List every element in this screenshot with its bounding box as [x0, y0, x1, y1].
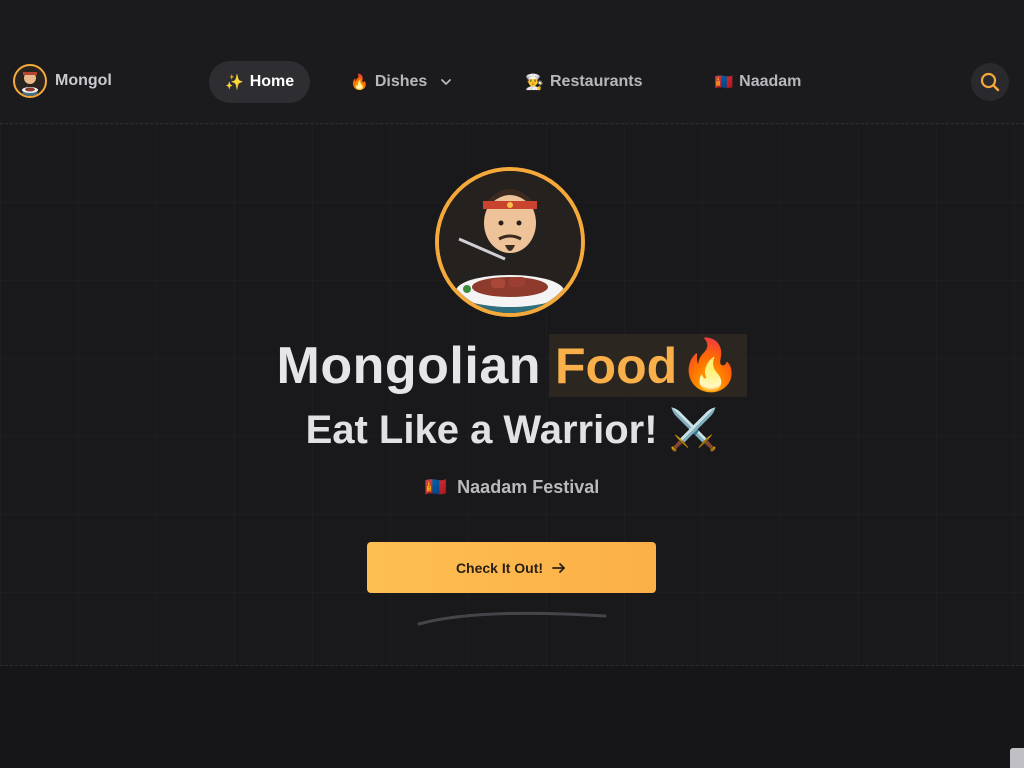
top-navigation: Mongol ✨ Home 🔥 Dishes 👨‍🍳 Restaurants 🇲… [0, 40, 1024, 124]
cta-label: Check It Out! [455, 559, 544, 576]
nav-item-naadam[interactable]: 🇲🇳 Naadam [698, 61, 817, 103]
search-button[interactable] [971, 63, 1009, 101]
below-fold-section [0, 666, 1024, 768]
fire-icon: 🔥 [350, 74, 369, 91]
nav-item-dishes[interactable]: 🔥 Dishes [334, 61, 469, 103]
hero-title-highlight-text: Food [555, 337, 678, 394]
mongolia-flag-icon: 🇲🇳 [714, 74, 734, 91]
brand[interactable]: Mongol [13, 64, 112, 98]
scrollbar-thumb[interactable] [1010, 748, 1024, 768]
arrow-right-icon [552, 562, 565, 573]
search-icon [980, 72, 1000, 92]
hero-title: Mongolian Food 🔥 [0, 334, 1024, 397]
mongolia-flag-icon: 🇲🇳 [424, 477, 448, 497]
warrior-avatar [435, 167, 585, 317]
nav-item-label: Restaurants [549, 73, 643, 90]
nav-item-label: Naadam [739, 73, 802, 90]
hero-title-main: Mongolian [276, 336, 541, 395]
check-it-out-button[interactable]: Check It Out! [367, 542, 656, 593]
nav-item-home[interactable]: ✨ Home [209, 61, 311, 103]
nav-item-label: Home [249, 73, 295, 90]
brand-name: Mongol [55, 72, 112, 89]
chef-icon: 👨‍🍳 [525, 74, 544, 91]
festival-badge-text: Naadam Festival [457, 477, 600, 497]
hero-title-highlight: Food 🔥 [549, 334, 748, 397]
fire-icon: 🔥 [679, 337, 742, 393]
sparkles-icon: ✨ [225, 74, 244, 91]
hero-section: Mongolian Food 🔥 Eat Like a Warrior! ⚔️ … [0, 124, 1024, 666]
nav-item-restaurants[interactable]: 👨‍🍳 Restaurants [509, 61, 658, 103]
chevron-down-icon [441, 79, 452, 85]
decorative-swoosh [417, 611, 607, 626]
nav-item-label: Dishes [374, 73, 428, 90]
hero-subtitle: Eat Like a Warrior! ⚔️ [305, 408, 719, 452]
brand-logo [13, 64, 47, 98]
festival-badge: 🇲🇳 Naadam Festival [0, 477, 1024, 498]
nav-menu: ✨ Home 🔥 Dishes 👨‍🍳 Restaurants 🇲🇳 Naada… [209, 61, 817, 103]
